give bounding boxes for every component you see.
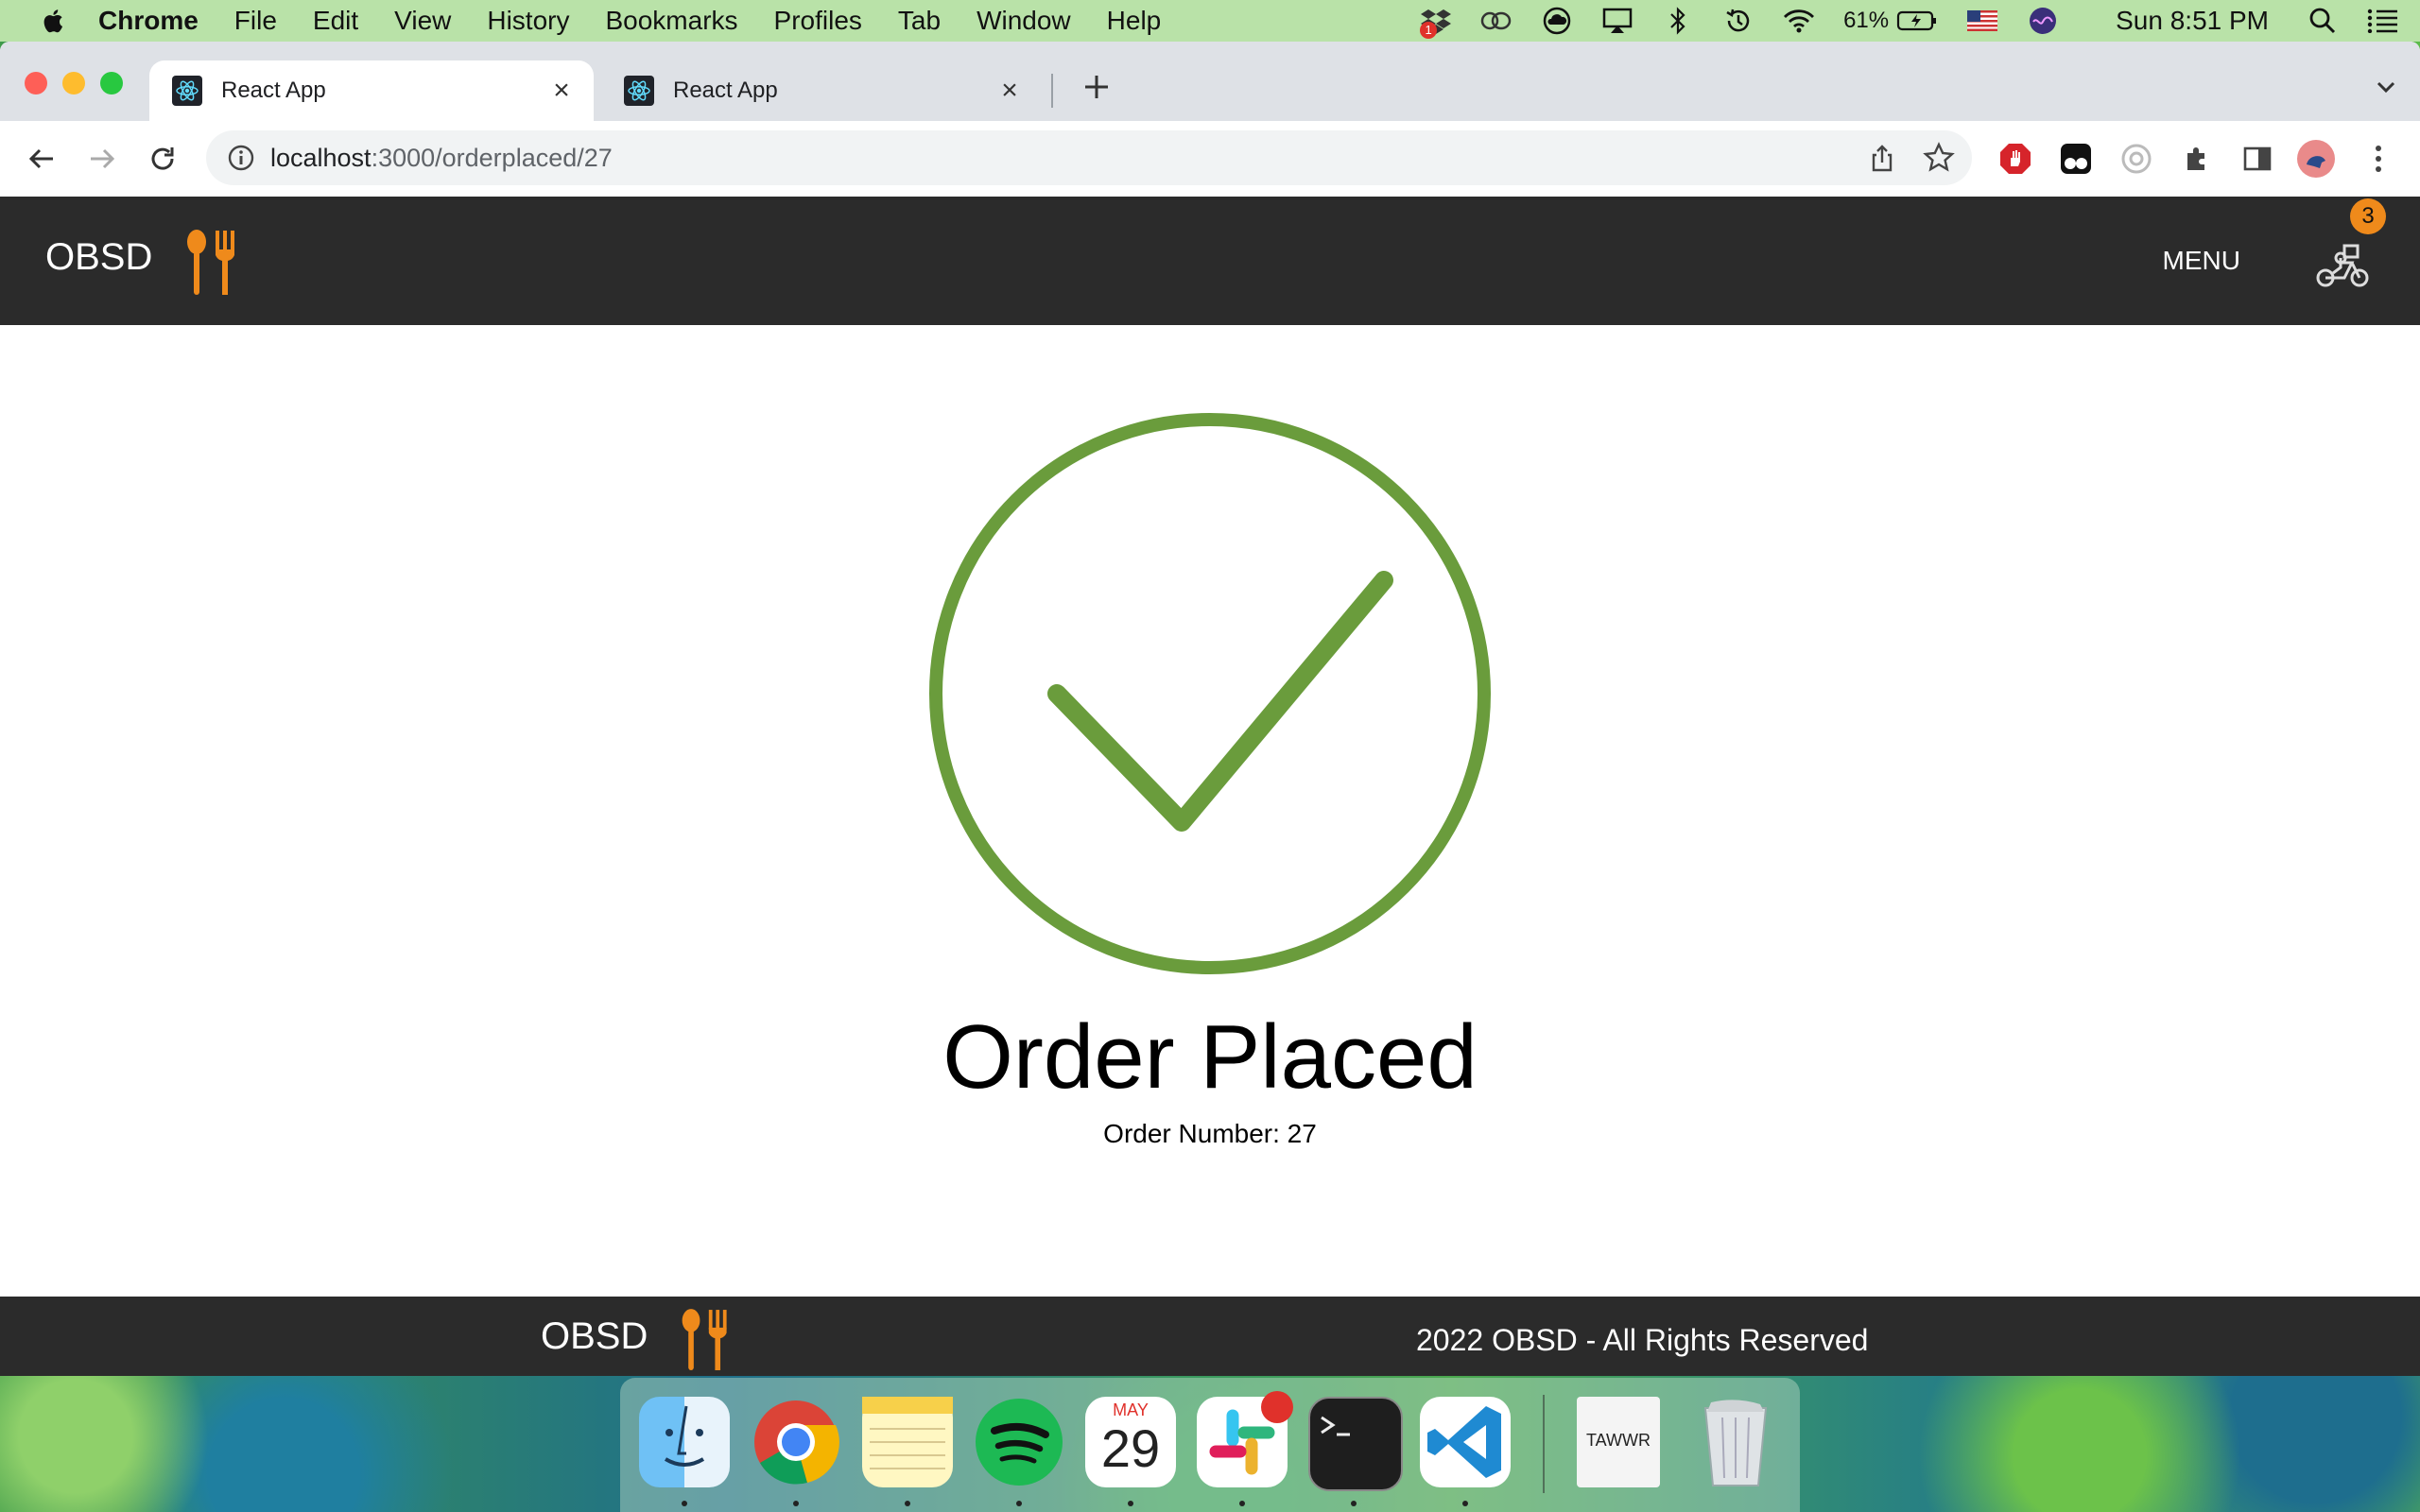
tab-react-app-active[interactable]: React App × [149, 60, 594, 121]
dock-running-indicator [1016, 1501, 1022, 1506]
address-bar[interactable]: localhost:3000/orderplaced/27 [206, 130, 1972, 185]
document-icon[interactable]: TAWWR [1577, 1397, 1660, 1487]
slack-icon[interactable] [1197, 1391, 1293, 1487]
cart-count-badge: 3 [2350, 198, 2386, 234]
react-favicon-icon [624, 76, 654, 106]
time-machine-icon[interactable] [1722, 7, 1754, 35]
terminal-icon[interactable] [1308, 1397, 1403, 1491]
app-footer: OBSD 2022 OBSD - All Rights Reserved [0, 1297, 2420, 1376]
dock-running-indicator [1462, 1501, 1468, 1506]
forward-arrow-icon[interactable] [81, 138, 123, 180]
menu-chrome[interactable]: Chrome [98, 6, 199, 36]
window-minimize-button[interactable] [62, 72, 85, 94]
new-tab-plus-icon[interactable] [1078, 68, 1115, 106]
dock-running-indicator [905, 1501, 910, 1506]
calendar-day: 29 [1100, 1418, 1161, 1478]
chrome-window: React App × React App × localhost:3000/… [0, 42, 2420, 1376]
siri-icon[interactable] [2027, 7, 2059, 35]
window-close-button[interactable] [25, 72, 47, 94]
chrome-menu-kebab-icon[interactable] [2360, 140, 2397, 178]
us-flag-icon[interactable] [1966, 7, 1998, 35]
back-arrow-icon[interactable] [21, 138, 62, 180]
tab-close-icon[interactable]: × [548, 77, 575, 105]
order-success-check-icon [926, 410, 1494, 982]
spoon-fork-icon [677, 1308, 735, 1376]
order-number-label: Order Number: [1103, 1119, 1280, 1148]
document-label: TAWWR [1586, 1431, 1651, 1450]
slack-notification-badge [1261, 1391, 1293, 1423]
tab-react-app[interactable]: React App × [601, 60, 1042, 121]
menu-profiles[interactable]: Profiles [774, 6, 862, 36]
menu-window[interactable]: Window [977, 6, 1071, 36]
tab-close-icon[interactable]: × [996, 77, 1023, 105]
dropbox-icon[interactable]: 1 [1420, 7, 1452, 39]
browser-toolbar: localhost:3000/orderplaced/27 [0, 121, 2420, 198]
ring-extension-icon[interactable] [2118, 140, 2155, 178]
dock-running-indicator [1239, 1501, 1245, 1506]
notes-icon[interactable] [862, 1397, 953, 1487]
apple-icon[interactable] [40, 7, 64, 35]
airplay-icon[interactable] [1601, 7, 1634, 35]
order-number-value: 27 [1287, 1119, 1317, 1148]
battery-percentage: 61% [1843, 8, 1890, 33]
control-center-icon[interactable] [2367, 7, 2399, 35]
spotlight-search-icon[interactable] [2307, 7, 2339, 35]
dock-running-indicator [1351, 1501, 1357, 1506]
vscode-icon[interactable] [1420, 1397, 1511, 1487]
footer-copyright: 2022 OBSD - All Rights Reserved [1416, 1323, 1869, 1357]
url-host: localhost [270, 143, 372, 172]
order-number: Order Number: 27 [0, 1119, 2420, 1149]
adblock-extension-icon[interactable] [1996, 140, 2034, 178]
app-navbar: OBSD MENU 3 [0, 197, 2420, 325]
menu-view[interactable]: View [394, 6, 451, 36]
tampermonkey-extension-icon[interactable] [2057, 140, 2095, 178]
tab-divider [1051, 74, 1053, 108]
calendar-icon[interactable]: MAY 29 [1085, 1397, 1176, 1487]
dock-divider [1543, 1395, 1545, 1493]
dock-running-indicator [682, 1501, 687, 1506]
spoon-fork-icon [182, 229, 244, 301]
profile-avatar[interactable] [2297, 140, 2335, 178]
spotify-icon[interactable] [974, 1397, 1064, 1487]
creative-cloud-icon[interactable] [1480, 7, 1512, 35]
window-zoom-button[interactable] [100, 72, 123, 94]
wifi-icon[interactable] [1783, 7, 1815, 35]
finder-icon[interactable] [639, 1397, 730, 1487]
bookmark-star-icon[interactable] [1923, 142, 1955, 174]
delivery-scooter-icon[interactable] [2312, 232, 2373, 293]
tab-search-chevron-icon[interactable] [2371, 72, 2401, 102]
menu-clock[interactable]: Sun 8:51 PM [2116, 6, 2269, 36]
url-path: :3000/orderplaced/27 [371, 143, 613, 172]
reload-icon[interactable] [142, 138, 183, 180]
tab-title: React App [221, 77, 326, 103]
menu-edit[interactable]: Edit [313, 6, 358, 36]
extensions-puzzle-icon[interactable] [2178, 140, 2216, 178]
dock-running-indicator [1128, 1501, 1133, 1506]
menu-file[interactable]: File [234, 6, 277, 36]
react-favicon-icon [172, 76, 202, 106]
brand-logo-text[interactable]: OBSD [45, 236, 152, 279]
bluetooth-icon[interactable] [1662, 7, 1694, 35]
menu-tab[interactable]: Tab [898, 6, 941, 36]
menu-help[interactable]: Help [1107, 6, 1162, 36]
menu-history[interactable]: History [487, 6, 569, 36]
cloud-icon[interactable] [1541, 7, 1573, 35]
menu-link[interactable]: MENU [2163, 246, 2240, 276]
trash-icon[interactable] [1690, 1397, 1781, 1487]
menu-bookmarks[interactable]: Bookmarks [605, 6, 737, 36]
dropbox-badge: 1 [1420, 22, 1438, 39]
battery-icon[interactable] [1896, 7, 1938, 35]
site-info-icon[interactable] [227, 144, 255, 172]
tab-title: React App [673, 77, 778, 103]
dock-running-indicator [793, 1501, 799, 1506]
side-panel-icon[interactable] [2238, 140, 2276, 178]
share-icon[interactable] [1868, 144, 1896, 172]
tab-strip: React App × React App × [0, 42, 2420, 121]
macos-dock: MAY 29 TAWWR [620, 1378, 1800, 1512]
order-placed-heading: Order Placed [942, 1006, 1478, 1108]
macos-menu-bar: Chrome File Edit View History Bookmarks … [0, 0, 2420, 42]
web-page: OBSD MENU 3 Order Placed Order Number: 2… [0, 197, 2420, 1376]
chrome-icon[interactable] [751, 1397, 841, 1487]
footer-brand-text[interactable]: OBSD [541, 1315, 648, 1358]
